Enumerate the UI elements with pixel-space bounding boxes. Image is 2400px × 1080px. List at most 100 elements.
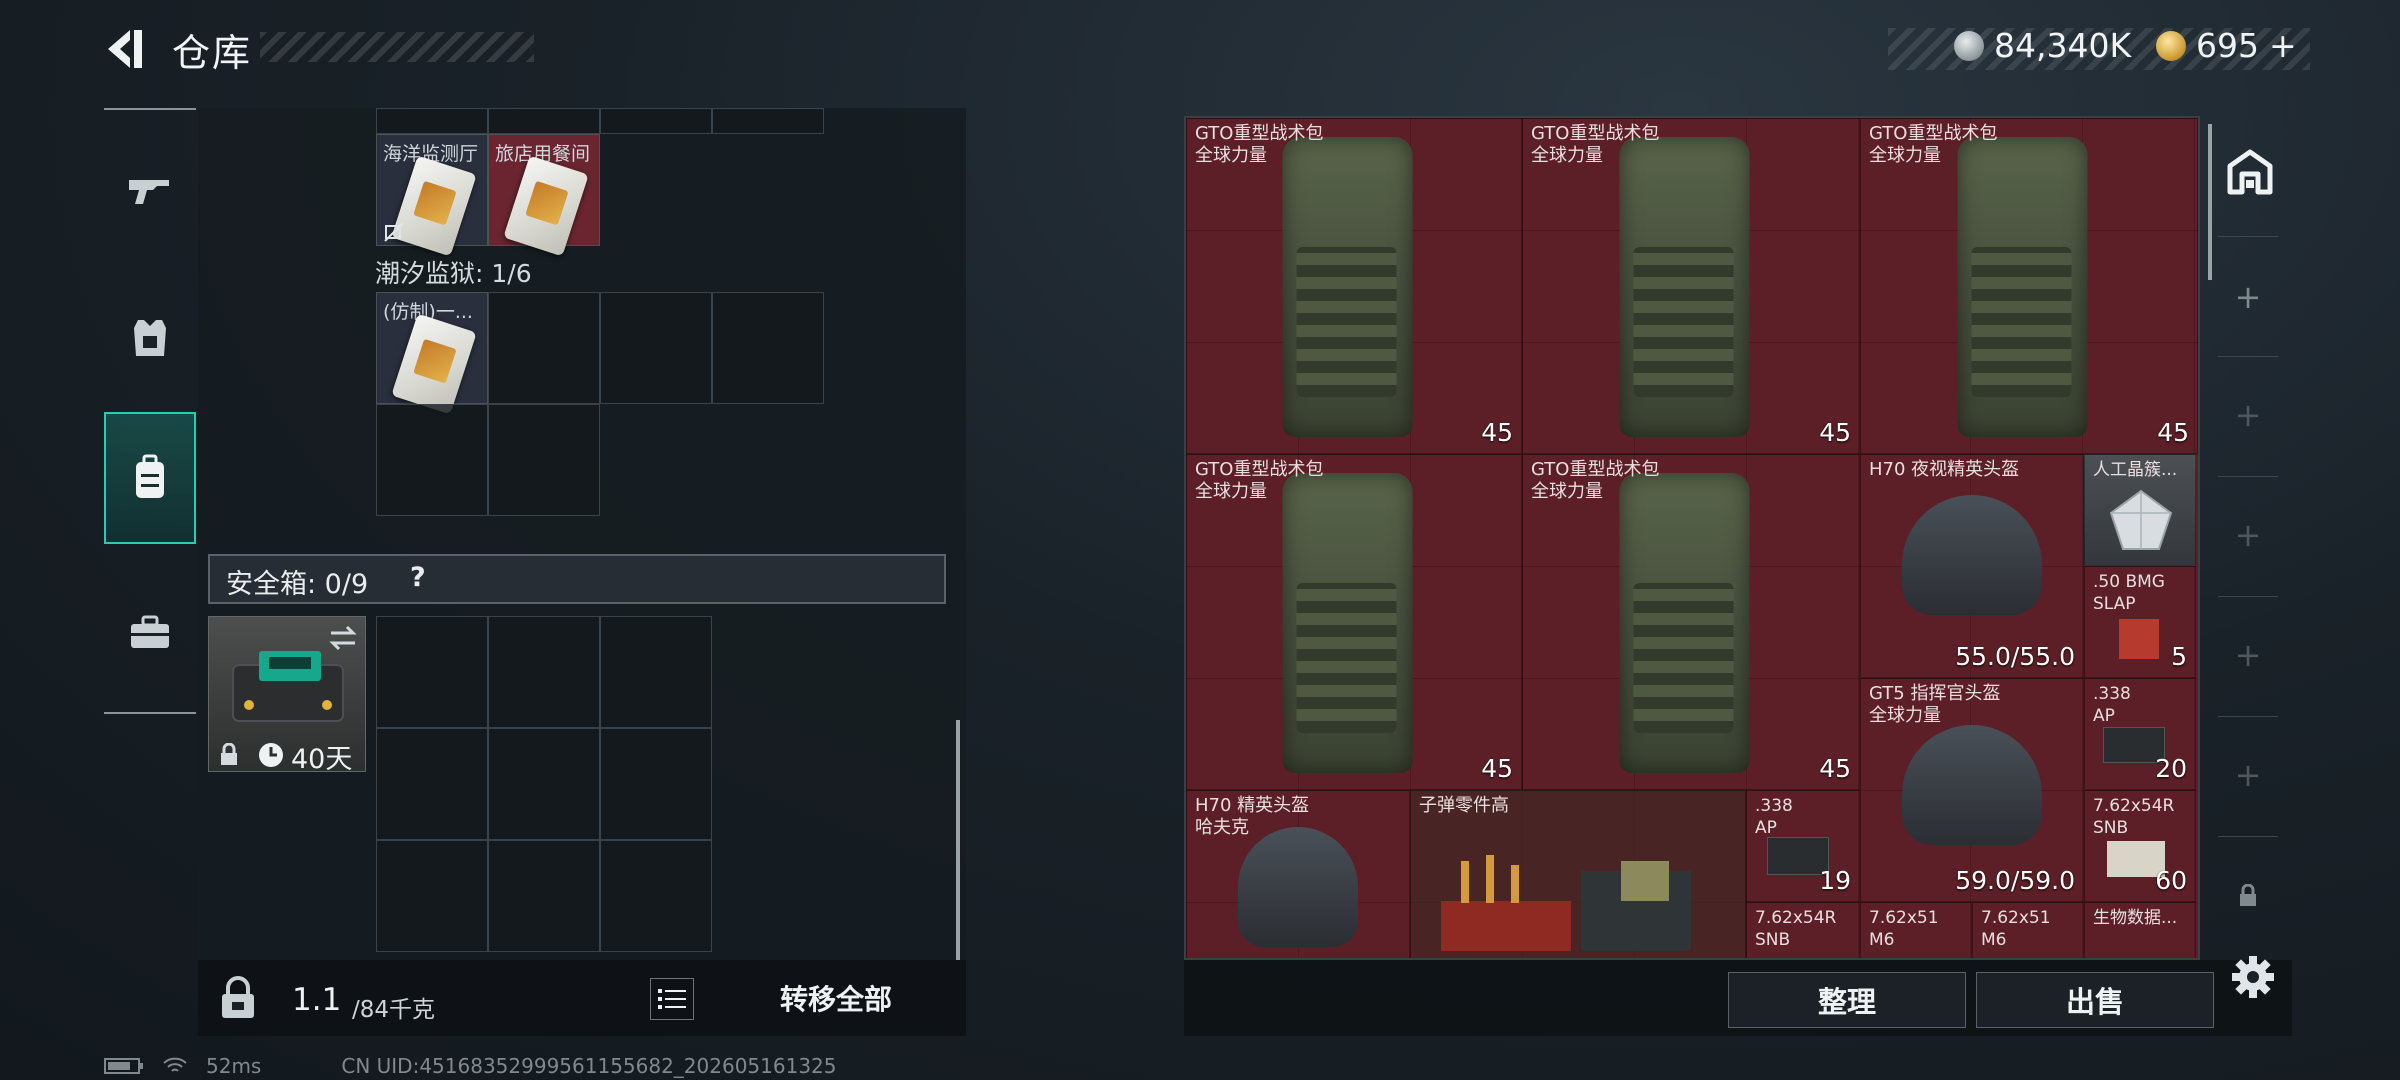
premium-balance[interactable]: 695 + [2156,26,2297,65]
storage-page-rail: + + + + + [2204,116,2292,956]
safe-slot[interactable] [488,616,600,728]
ammo-box-icon [2119,619,2159,659]
safe-slot[interactable] [488,728,600,840]
grid-cell[interactable] [488,292,600,404]
nav-tools[interactable] [104,566,196,698]
backpack-image [1282,473,1413,773]
gun-icon [129,180,169,204]
inventory-item[interactable]: H70 夜视精英头盔 55.0/55.0 [1860,454,2084,678]
grid-cell[interactable] [600,292,712,404]
wifi-icon [163,1057,187,1072]
inventory-item[interactable]: GTO重型战术包 全球力量 45 [1186,454,1522,790]
key-item-inn[interactable]: 旅店用餐间 [488,134,600,257]
nav-divider-top [104,108,196,110]
inventory-item[interactable]: 7.62x51 M6 [1860,902,1972,958]
inventory-item[interactable]: 子弹零件高 [1410,790,1746,958]
inventory-grid: GTO重型战术包 全球力量 45 GTO重型战术包 全球力量 45 GTO重型战术包… [1184,116,2200,960]
safe-box-icon [232,651,344,722]
safe-box-help-button[interactable]: ? [410,562,426,593]
safe-slot[interactable] [376,616,488,728]
backpack-icon [136,454,164,498]
inventory-item[interactable]: H70 精英头盔 哈夫克 [1186,790,1410,958]
grid-cell[interactable] [488,108,600,134]
nav-armor[interactable] [104,272,196,404]
inventory-item[interactable]: 7.62x51 M6 [1972,902,2084,958]
padlock-icon [222,976,254,1018]
add-storage-page-button[interactable]: + [2204,756,2292,794]
transfer-all-button[interactable]: 转移全部 [716,968,956,1028]
rail-divider [2218,356,2278,357]
page-title: 仓库 [172,31,253,75]
add-storage-page-button[interactable]: + [2204,396,2292,434]
key-item-ocean[interactable]: 海洋监测厅 [376,134,488,257]
swap-icon[interactable] [327,625,359,651]
add-premium-button[interactable]: + [2269,26,2297,65]
inventory-item[interactable]: GTO重型战术包 全球力量 45 [1860,118,2198,454]
backpack-image [1957,137,2088,437]
backpack-image [1619,473,1750,773]
inventory-item[interactable]: GTO重型战术包 全球力量 45 [1522,454,1860,790]
safe-box-item[interactable]: 40天 [208,616,366,775]
battery-icon [104,1058,143,1074]
sell-button[interactable]: 出售 [1976,972,2214,1028]
status-bar: 52ms CN UID:45168352999561155682_2026051… [104,1054,837,1078]
sort-button[interactable]: 整理 [1728,972,1966,1028]
grid-cell[interactable] [712,292,824,404]
grid-cell[interactable] [712,108,824,134]
add-storage-page-button[interactable]: + [2204,278,2292,316]
safe-lock-button[interactable] [218,976,258,1020]
nav-weapons[interactable] [104,124,196,256]
inventory-item[interactable]: .338 AP 19 [1746,790,1860,902]
keycard-icon [503,155,589,257]
safe-slot[interactable] [376,728,488,840]
uid-text: CN UID:45168352999561155682_202605161325 [341,1054,837,1078]
locked-page-icon [2240,884,2256,906]
crystal-icon [2109,489,2173,550]
grid-cell[interactable] [376,404,488,516]
settings-button[interactable] [2230,954,2276,1004]
safe-box-timer: 40天 [291,744,353,775]
inventory-item[interactable]: 7.62x54R SNB [1746,902,1860,958]
bullet-parts-icon [1441,855,1691,951]
inventory-item[interactable]: GTO重型战术包 全球力量 45 [1522,118,1860,454]
backpack-image [1619,137,1750,437]
inventory-item[interactable]: GT5 指挥官头盔 全球力量 59.0/59.0 [1860,678,2084,902]
premium-coin-icon [2156,30,2186,61]
safe-box-label: 安全箱: 0/9 [226,569,369,600]
rail-divider [2218,596,2278,597]
safe-slot[interactable] [488,840,600,952]
coin-icon [1954,30,1984,61]
grid-cell[interactable] [488,404,600,516]
title-decoration [260,32,534,62]
add-storage-page-button[interactable]: + [2204,516,2292,554]
no-trade-icon [384,222,404,242]
ping-value: 52ms [206,1054,262,1078]
toolbox-icon [131,615,169,648]
nav-divider-bottom [104,712,196,714]
inventory-item[interactable]: .50 BMG SLAP 5 [2084,566,2196,678]
tide-prison-label: 潮汐监狱: 1/6 [375,259,532,288]
safe-slot[interactable] [600,728,712,840]
grid-cell[interactable] [376,108,488,134]
inventory-item[interactable]: 7.62x54R SNB 60 [2084,790,2196,902]
nav-backpack[interactable] [104,412,196,544]
inventory-item[interactable]: .338 AP 20 [2084,678,2196,790]
storage-scrollbar[interactable] [956,720,960,960]
inventory-item[interactable]: 生物数据... [2084,902,2196,958]
add-storage-page-button[interactable]: + [2204,636,2292,674]
safe-slot[interactable] [376,840,488,952]
key-item-tide[interactable]: (仿制)一... [376,292,488,415]
safe-slot[interactable] [600,840,712,952]
coin-balance[interactable]: 84,340K [1954,26,2131,65]
keycard-icon [391,313,477,415]
grid-cell[interactable] [600,108,712,134]
rail-divider [2218,836,2278,837]
list-view-button[interactable] [650,978,694,1020]
back-button[interactable] [100,24,150,74]
safe-slot[interactable] [600,616,712,728]
warehouse-icon[interactable] [2226,148,2274,196]
back-arrow-icon [108,30,142,68]
inventory-item[interactable]: GTO重型战术包 全球力量 45 [1186,118,1522,454]
inventory-item[interactable]: 人工晶簇... [2084,454,2196,566]
weight-capacity: /84千克 [352,997,436,1023]
